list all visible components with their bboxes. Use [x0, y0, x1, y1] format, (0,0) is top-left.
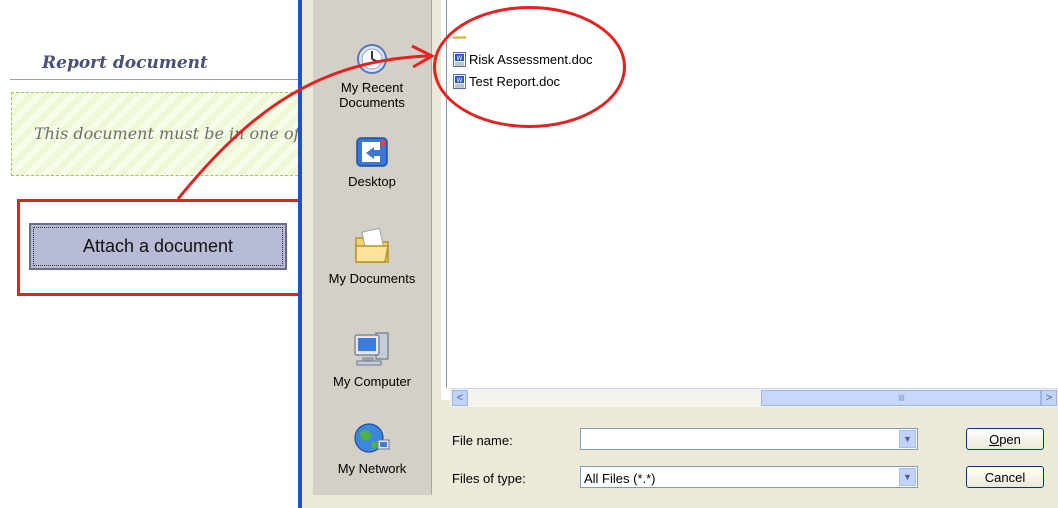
annotation-arrow [176, 44, 436, 200]
